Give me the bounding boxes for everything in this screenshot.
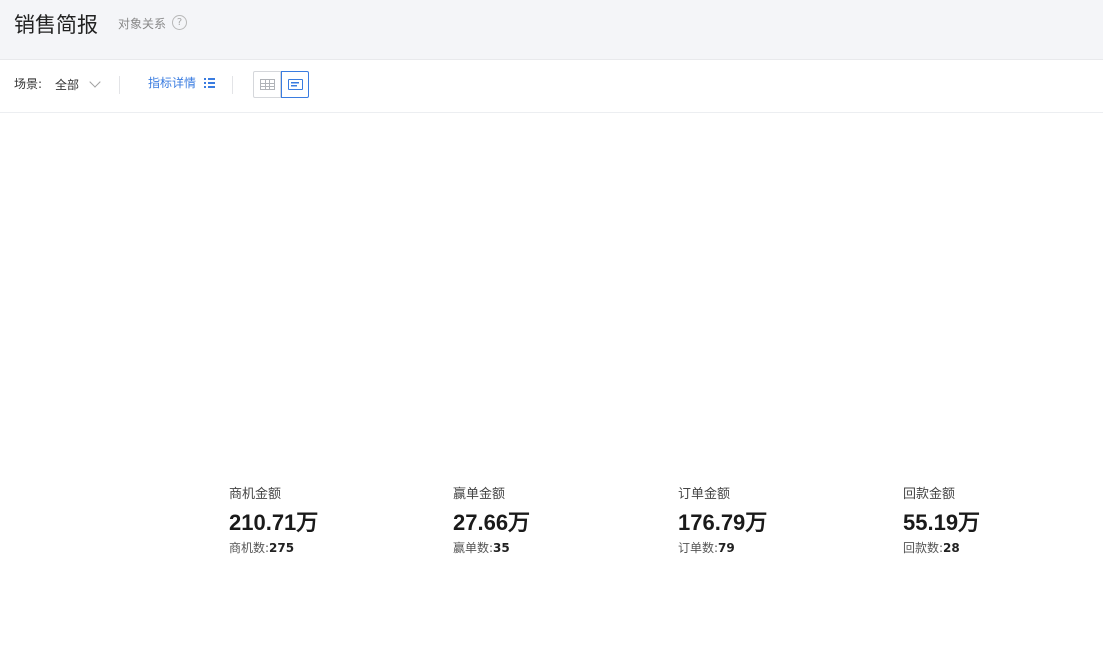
stat-value: 210.71万 xyxy=(229,510,319,535)
stat-value: 27.66万 xyxy=(453,510,531,535)
scene-select[interactable]: 全部 xyxy=(55,74,105,94)
divider xyxy=(232,76,233,94)
stat-count: 订单数:79 xyxy=(678,541,735,555)
toolbar: 场景: 全部 指标详情 xyxy=(0,60,1103,113)
stat-label: 回款金额 xyxy=(903,487,956,502)
metric-detail-button[interactable]: 指标详情 xyxy=(148,74,215,94)
stat-value: 176.79万 xyxy=(678,510,768,535)
metric-detail-label: 指标详情 xyxy=(148,76,197,90)
table-view-button[interactable] xyxy=(253,71,281,98)
object-relation-link[interactable]: 对象关系 xyxy=(118,16,166,32)
stat-won[interactable]: 赢单金额 27.66万 赢单数:35 xyxy=(453,486,530,556)
help-icon[interactable]: ? xyxy=(172,15,187,30)
stat-value: 55.19万 xyxy=(903,510,981,535)
divider xyxy=(119,76,120,94)
chevron-down-icon xyxy=(89,76,101,88)
stat-payment[interactable]: 回款金额 55.19万 回款数:28 xyxy=(903,486,980,556)
scene-label: 场景: xyxy=(14,77,43,91)
scene-value: 全部 xyxy=(55,78,80,92)
stat-label: 商机金额 xyxy=(229,487,282,502)
list-icon xyxy=(203,78,215,88)
stat-count: 回款数:28 xyxy=(903,541,960,555)
stat-order[interactable]: 订单金额 176.79万 订单数:79 xyxy=(678,486,767,556)
stat-label: 订单金额 xyxy=(678,487,731,502)
card-icon xyxy=(288,79,303,90)
page-title: 销售简报 xyxy=(14,13,98,37)
page-header: 销售简报 对象关系 ? xyxy=(0,0,1103,60)
stat-label: 赢单金额 xyxy=(453,487,506,502)
stat-count: 赢单数:35 xyxy=(453,541,510,555)
stat-count: 商机数:275 xyxy=(229,541,295,555)
stat-opportunity[interactable]: 商机金额 210.71万 商机数:275 xyxy=(229,486,318,556)
table-icon xyxy=(260,79,275,90)
card-view-button[interactable] xyxy=(281,71,309,98)
